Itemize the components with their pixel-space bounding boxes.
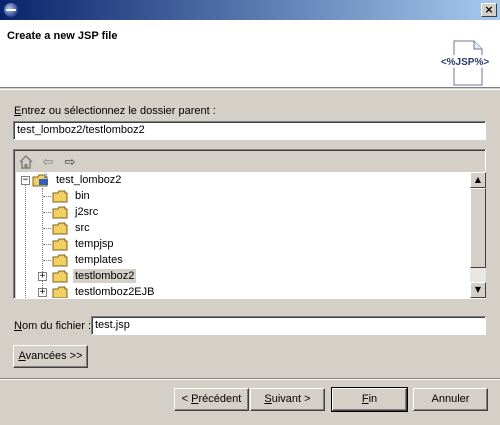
folder-icon [52,238,68,251]
home-icon[interactable] [18,154,34,170]
folder-icon [52,254,68,267]
svg-text:J: J [44,174,47,180]
expand-toggle[interactable]: + [38,288,47,297]
scroll-up-button[interactable]: ▲ [470,172,486,188]
tree-item-label: src [75,222,90,234]
wizard-header: Create a new JSP file <%JSP%> [0,20,500,88]
folder-icon [52,206,68,219]
parent-folder-input[interactable]: test_lomboz2/testlomboz2 [13,121,486,140]
tree-connector [43,244,51,245]
tree-row-testlomboz2[interactable]: + testlomboz2 [16,268,470,284]
tree-item-label: testlomboz2EJB [75,286,155,298]
parent-folder-label: Entrez ou sélectionnez le dossier parent… [14,105,216,117]
finish-button[interactable]: Fin [331,387,408,412]
tree-item-label: bin [75,190,90,202]
back-arrow-icon[interactable]: ⇦ [40,154,56,170]
folder-tree[interactable]: − J test_lomboz2 bin j2src src tempjsp t… [16,172,470,298]
tree-item-label: j2src [75,206,99,218]
header-separator [0,89,500,90]
file-name-input[interactable]: test.jsp [91,316,486,335]
tree-row-src[interactable]: src [16,220,470,236]
expand-toggle[interactable]: + [38,272,47,281]
tree-scrollbar[interactable]: ▲ ▼ [470,172,486,298]
tree-toolbar: ⇦ ⇨ [16,152,476,172]
close-button[interactable]: × [481,3,497,17]
folder-icon [52,270,68,283]
folder-icon [52,222,68,235]
forward-arrow-icon[interactable]: ⇨ [62,154,78,170]
window-titlebar[interactable]: × [0,0,500,20]
svg-text:<%JSP%>: <%JSP%> [441,57,490,68]
folder-icon [52,286,68,298]
tree-connector [43,260,51,261]
scroll-down-button[interactable]: ▼ [470,282,486,298]
page-title: Create a new JSP file [7,30,118,42]
jsp-file-icon: <%JSP%> [438,40,492,86]
back-button[interactable]: < Précédent [174,388,249,411]
footer-separator [0,379,500,380]
tree-row-bin[interactable]: bin [16,188,470,204]
file-name-label: Nom du fichier : [14,320,92,332]
tree-connector [43,228,51,229]
tree-row-tempjsp[interactable]: tempjsp [16,236,470,252]
eclipse-app-icon [4,3,18,17]
folder-tree-panel: ⇦ ⇨ − J test_lomboz2 bin j2src src tempj… [13,149,486,299]
collapse-toggle[interactable]: − [21,176,30,185]
tree-row-project[interactable]: − J test_lomboz2 [16,172,470,188]
tree-row-templates[interactable]: templates [16,252,470,268]
next-button[interactable]: Suivant > [250,388,325,411]
project-folder-icon: J [32,174,48,187]
folder-icon [52,190,68,203]
tree-connector [43,212,51,213]
tree-connector [43,196,51,197]
cancel-button[interactable]: Annuler [413,388,488,411]
tree-item-label-selected: testlomboz2 [73,269,137,283]
tree-item-label: test_lomboz2 [56,174,122,186]
scroll-thumb[interactable] [470,188,486,268]
advanced-button[interactable]: Avancées >> [13,345,88,368]
tree-row-testlomboz2ejb[interactable]: + testlomboz2EJB [16,284,470,298]
tree-row-j2src[interactable]: j2src [16,204,470,220]
tree-item-label: templates [75,254,123,266]
tree-item-label: tempjsp [75,238,114,250]
